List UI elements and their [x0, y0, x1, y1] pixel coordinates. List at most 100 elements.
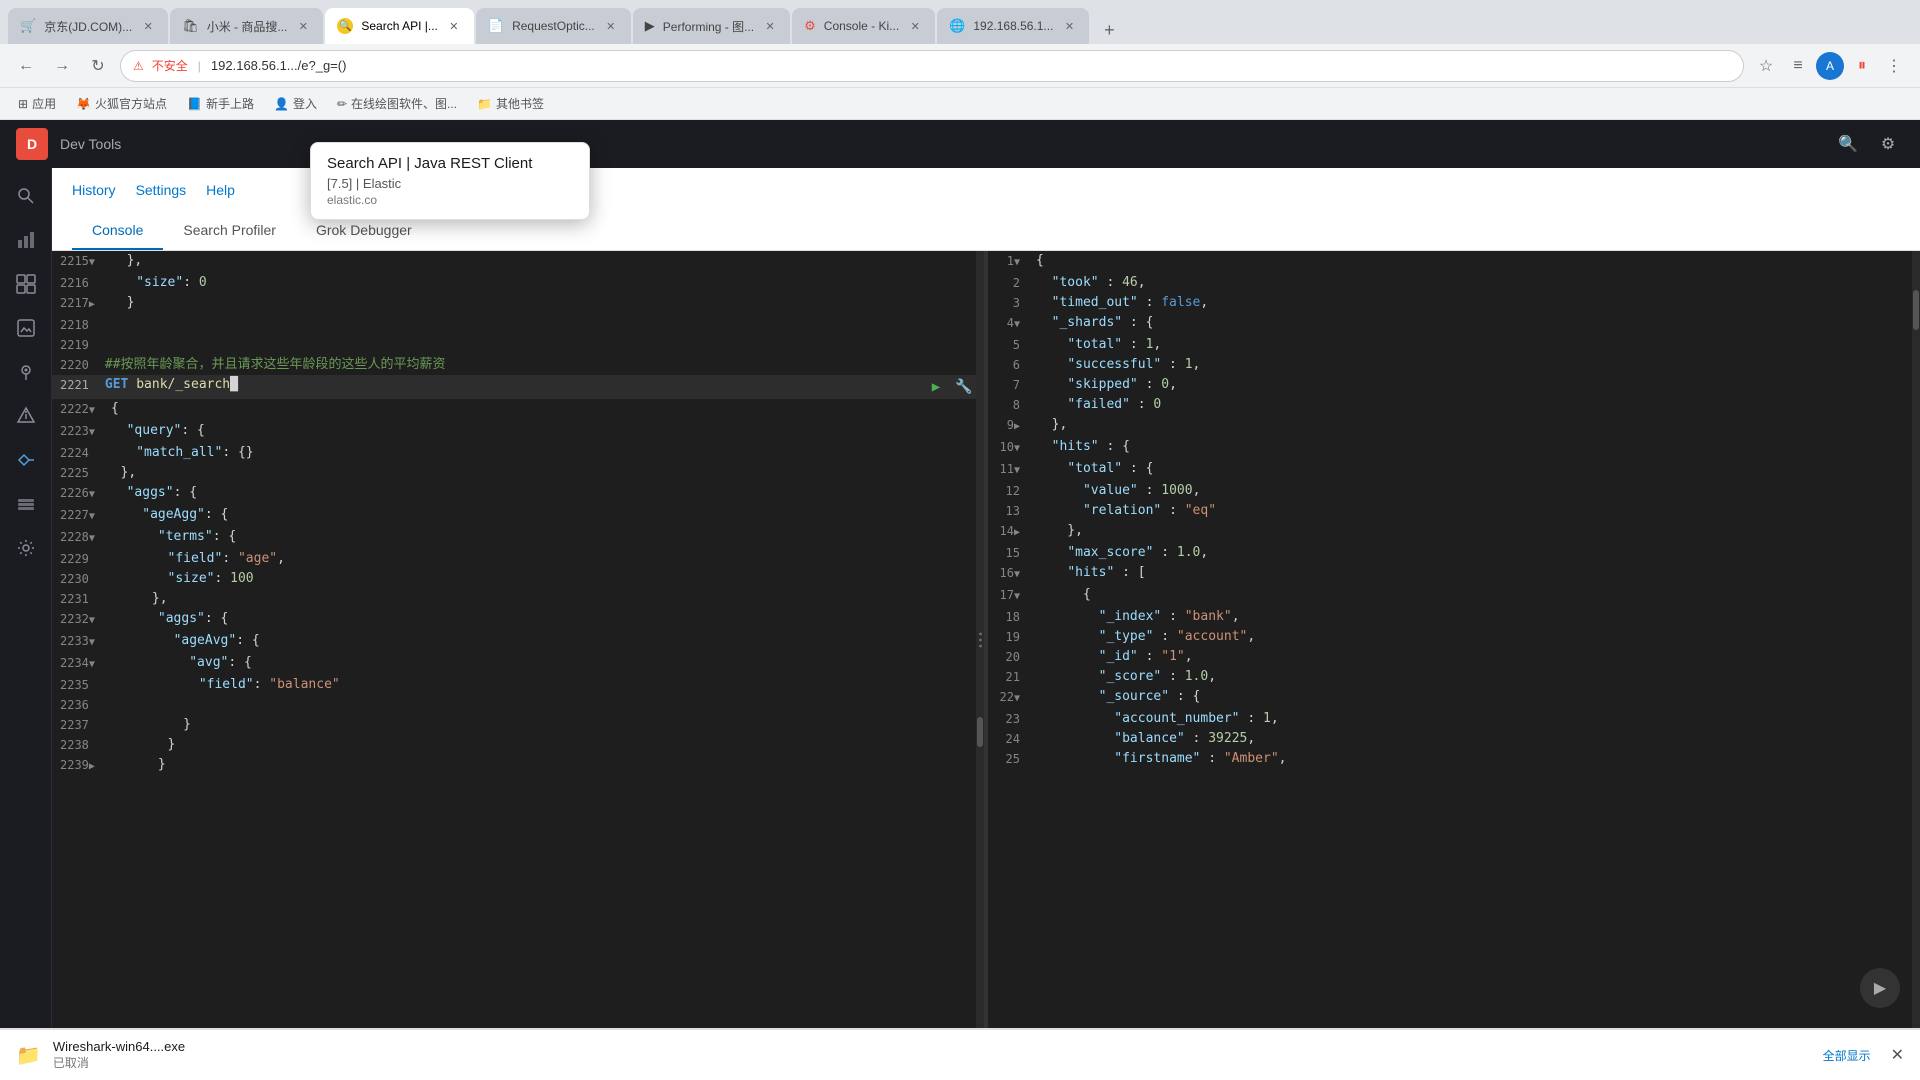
right-content-20: "_id" : "1",	[1036, 647, 1193, 667]
tab-performing[interactable]: ▶ Performing - 图... ✕	[633, 8, 790, 44]
tab-ip[interactable]: 🌐 192.168.56.1... ✕	[937, 8, 1089, 44]
right-content-12: "value" : 1000,	[1036, 481, 1200, 501]
header-search-icon[interactable]: 🔍	[1832, 128, 1864, 160]
right-num-15: 15	[996, 543, 1036, 563]
tab-close-console[interactable]: ✕	[907, 18, 923, 34]
line-content-2239: }	[111, 755, 166, 775]
tab-close-search[interactable]: ✕	[446, 18, 462, 34]
line-num-2234: 2234▼	[60, 653, 111, 675]
sidebar-icon-canvas[interactable]	[6, 308, 46, 348]
right-content-6: "successful" : 1,	[1036, 355, 1200, 375]
bookmark-label-newuser: 新手上路	[206, 95, 254, 112]
refresh-button[interactable]: ↻	[84, 52, 112, 80]
pause-button[interactable]: ⏸	[1848, 52, 1876, 80]
line-num-2225: 2225	[60, 463, 105, 483]
bookmark-star-button[interactable]: ☆	[1752, 52, 1780, 80]
tab-close-ip[interactable]: ✕	[1061, 18, 1077, 34]
tab-title-search: Search API |...	[361, 19, 438, 33]
sidebar-icon-discover[interactable]	[6, 176, 46, 216]
line-content-2237: }	[105, 715, 191, 735]
account-button[interactable]: A	[1816, 52, 1844, 80]
sidebar-icon-maps[interactable]	[6, 352, 46, 392]
bookmark-other[interactable]: 📁 其他书签	[471, 93, 550, 114]
history-action[interactable]: History	[72, 180, 116, 200]
tab-console[interactable]: ⚙ Console - Ki... ✕	[792, 8, 935, 44]
read-mode-button[interactable]: ≡	[1784, 52, 1812, 80]
right-num-21: 21	[996, 667, 1036, 687]
right-num-7: 7	[996, 375, 1036, 395]
back-button[interactable]: ←	[12, 52, 40, 80]
tab-close-request[interactable]: ✕	[603, 18, 619, 34]
right-num-8: 8	[996, 395, 1036, 415]
line-content-2233: "ageAvg": {	[111, 631, 260, 651]
bookmark-newuser[interactable]: 📘 新手上路	[181, 93, 260, 114]
right-scrollbar-thumb[interactable]	[1913, 290, 1919, 330]
right-num-5: 5	[996, 335, 1036, 355]
tab-close-jd1[interactable]: ✕	[140, 18, 156, 34]
right-editor[interactable]: 1▼ { 2 "took" : 46, 3 "timed_out" : fals…	[988, 251, 1920, 1028]
code-line-2234: 2234▼ "avg": {	[52, 653, 984, 675]
close-download-bar-button[interactable]: ✕	[1891, 1045, 1904, 1065]
sidebar-icon-dashboard[interactable]	[6, 264, 46, 304]
right-num-10: 10▼	[996, 437, 1036, 459]
help-action[interactable]: Help	[206, 180, 235, 200]
settings-action[interactable]: Settings	[136, 180, 187, 200]
header-actions: 🔍 ⚙	[1832, 128, 1904, 160]
sidebar-icon-visualize[interactable]	[6, 220, 46, 260]
bookmark-login[interactable]: 👤 登入	[268, 93, 323, 114]
right-line-19: 19 "_type" : "account",	[988, 627, 1920, 647]
right-line-23: 23 "account_number" : 1,	[988, 709, 1920, 729]
line-actions-2221: ▶ 🔧	[924, 375, 976, 399]
menu-button[interactable]: ⋮	[1880, 52, 1908, 80]
address-bar[interactable]: ⚠ 不安全 | 192.168.56.1.../e?_g=()	[120, 50, 1744, 82]
show-all-downloads-button[interactable]: 全部显示	[1815, 1043, 1879, 1068]
line-content-2224: "match_all": {}	[105, 443, 254, 463]
nav-actions: ☆ ≡ A ⏸ ⋮	[1752, 52, 1908, 80]
tab-request[interactable]: 📄 RequestOptic... ✕	[476, 8, 631, 44]
sidebar-icon-stack[interactable]	[6, 484, 46, 524]
tab-console[interactable]: Console	[72, 212, 163, 250]
right-num-1: 1▼	[996, 251, 1036, 273]
forward-button[interactable]: →	[48, 52, 76, 80]
bookmark-apps[interactable]: ⊞ 应用	[12, 93, 62, 114]
tab-close-jd2[interactable]: ✕	[295, 18, 311, 34]
bookmark-firefox[interactable]: 🦊 火狐官方站点	[70, 93, 173, 114]
right-line-25: 25 "firstname" : "Amber",	[988, 749, 1920, 769]
code-line-2238: 2238 }	[52, 735, 984, 755]
code-line-2225: 2225 },	[52, 463, 984, 483]
right-line-8: 8 "failed" : 0	[988, 395, 1920, 415]
address-separator: |	[198, 59, 201, 73]
tab-search-profiler[interactable]: Search Profiler	[163, 212, 296, 250]
tab-close-performing[interactable]: ✕	[762, 18, 778, 34]
tab-tooltip: Search API | Java REST Client [7.5] | El…	[310, 142, 590, 220]
right-scrollbar[interactable]	[1912, 251, 1920, 1028]
download-bar: 📁 Wireshark-win64....exe 已取消 全部显示 ✕	[0, 1028, 1920, 1080]
left-code-container[interactable]: 2215▼ }, 2216 "size": 0 2217▶	[52, 251, 984, 1028]
bookmark-drawing[interactable]: ✏ 在线绘图软件、图...	[331, 93, 463, 114]
wrench-button[interactable]: 🔧	[952, 375, 976, 399]
right-line-9: 9▶ },	[988, 415, 1920, 437]
floating-play-button[interactable]: ▶	[1860, 968, 1900, 1008]
right-code-container[interactable]: 1▼ { 2 "took" : 46, 3 "timed_out" : fals…	[988, 251, 1920, 1028]
run-button[interactable]: ▶	[924, 375, 948, 399]
left-scrollbar-thumb[interactable]	[977, 717, 983, 747]
tab-title-performing: Performing - 图...	[663, 18, 754, 35]
line-num-2221: 2221	[60, 375, 105, 395]
line-content-2231: },	[105, 589, 168, 609]
right-line-22: 22▼ "_source" : {	[988, 687, 1920, 709]
new-tab-button[interactable]: +	[1095, 16, 1123, 44]
bookmark-label-apps: 应用	[32, 95, 56, 112]
tab-jd2[interactable]: 🛍 小米 - 商品搜... ✕	[170, 8, 323, 44]
left-editor[interactable]: 2215▼ }, 2216 "size": 0 2217▶	[52, 251, 988, 1028]
tab-search-api[interactable]: 🔍 Search API |... ✕	[325, 8, 474, 44]
header-settings-icon[interactable]: ⚙	[1872, 128, 1904, 160]
right-content-17: {	[1036, 585, 1091, 605]
sidebar-icon-devtools[interactable]	[6, 440, 46, 480]
sidebar-icon-management[interactable]	[6, 528, 46, 568]
sidebar-icon-ml[interactable]	[6, 396, 46, 436]
resize-handle[interactable]	[976, 632, 984, 647]
code-line-2216: 2216 "size": 0	[52, 273, 984, 293]
right-num-17: 17▼	[996, 585, 1036, 607]
tab-jd1[interactable]: 🛒 京东(JD.COM)... ✕	[8, 8, 168, 44]
right-num-11: 11▼	[996, 459, 1036, 481]
